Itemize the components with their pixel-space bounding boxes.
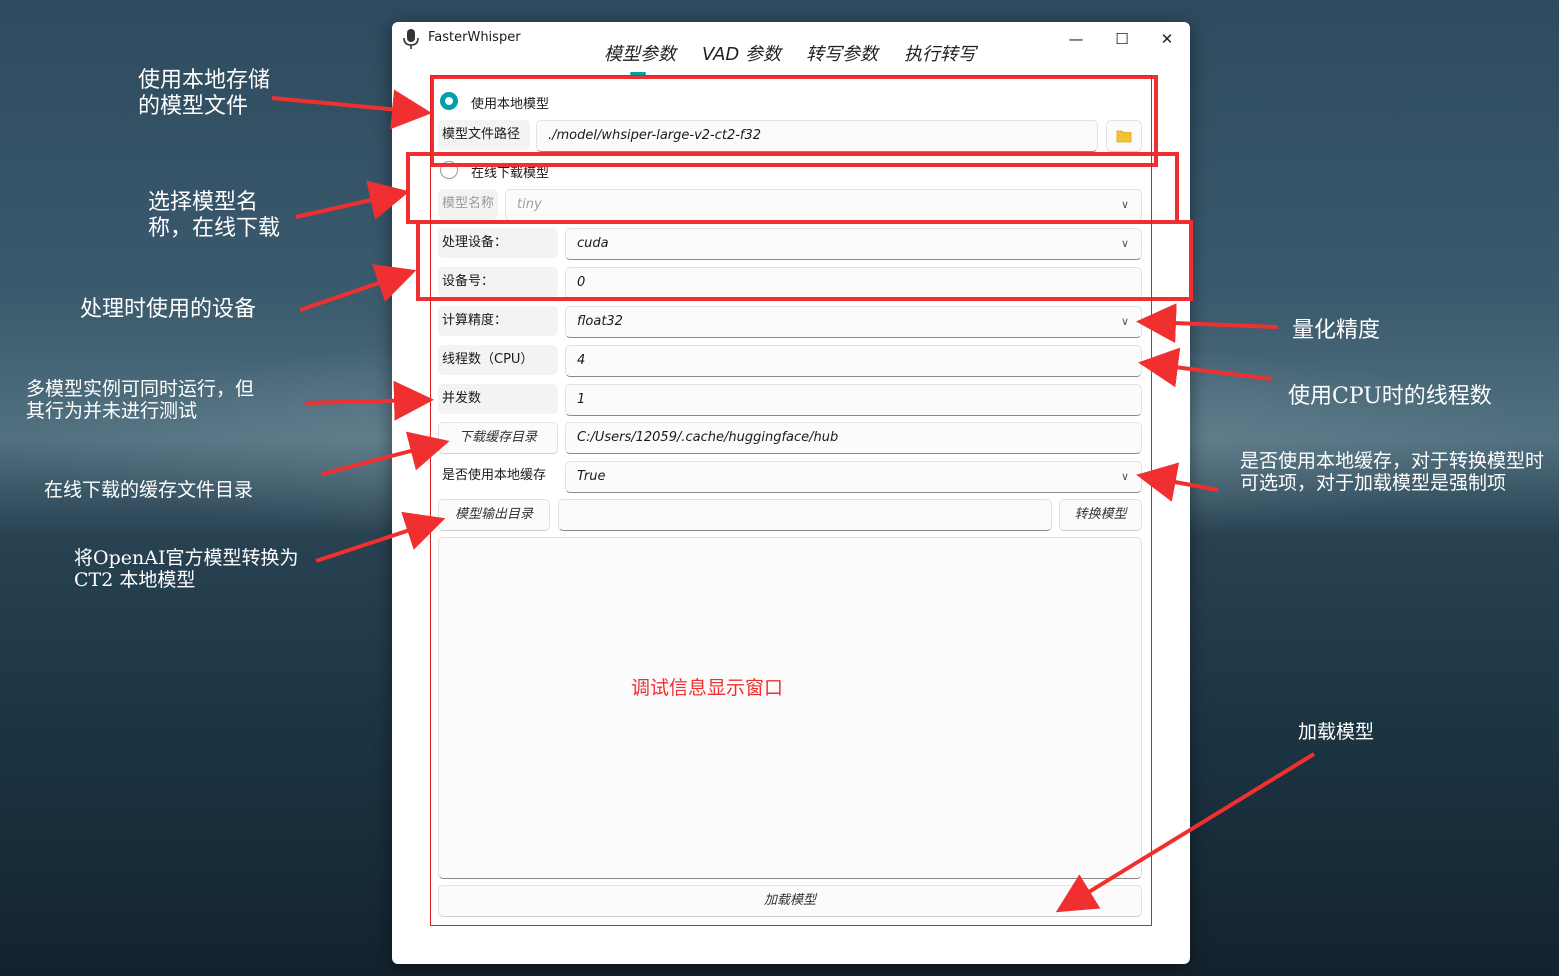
arrow-precision: [1136, 303, 1279, 344]
annotation-online-model: 选择模型名称，在线下载: [148, 190, 281, 241]
annotation-precision: 量化精度: [1292, 318, 1381, 343]
arrow-load: [1055, 752, 1316, 913]
annotation-workers: 多模型实例可同时运行，但其行为并未进行测试: [26, 378, 255, 422]
arrow-threads: [1138, 347, 1273, 388]
arrow-convert: [315, 511, 446, 563]
arrow-workers: [305, 380, 434, 421]
arrow-local-model: [271, 89, 432, 130]
annotation-load: 加载模型: [1298, 721, 1375, 743]
annotation-local-model: 使用本地存储的模型文件: [138, 68, 271, 119]
arrow-cache-dir: [321, 431, 450, 476]
annotation-threads: 使用CPU时的线程数: [1288, 384, 1492, 409]
annotation-device: 处理时使用的设备: [80, 297, 257, 322]
annotation-cache-dir: 在线下载的缓存文件目录: [44, 479, 254, 501]
arrow-local-cache: [1136, 462, 1219, 502]
annotation-debug-window: 调试信息显示窗口: [631, 677, 784, 699]
annotation-convert: 将OpenAI官方模型转换为CT2 本地模型: [74, 547, 299, 591]
annotation-local-cache: 是否使用本地缓存，对于转换模型时可选项，对于加载模型是强制项: [1240, 450, 1545, 494]
arrow-online-model: [295, 180, 410, 220]
arrow-device: [299, 264, 417, 312]
